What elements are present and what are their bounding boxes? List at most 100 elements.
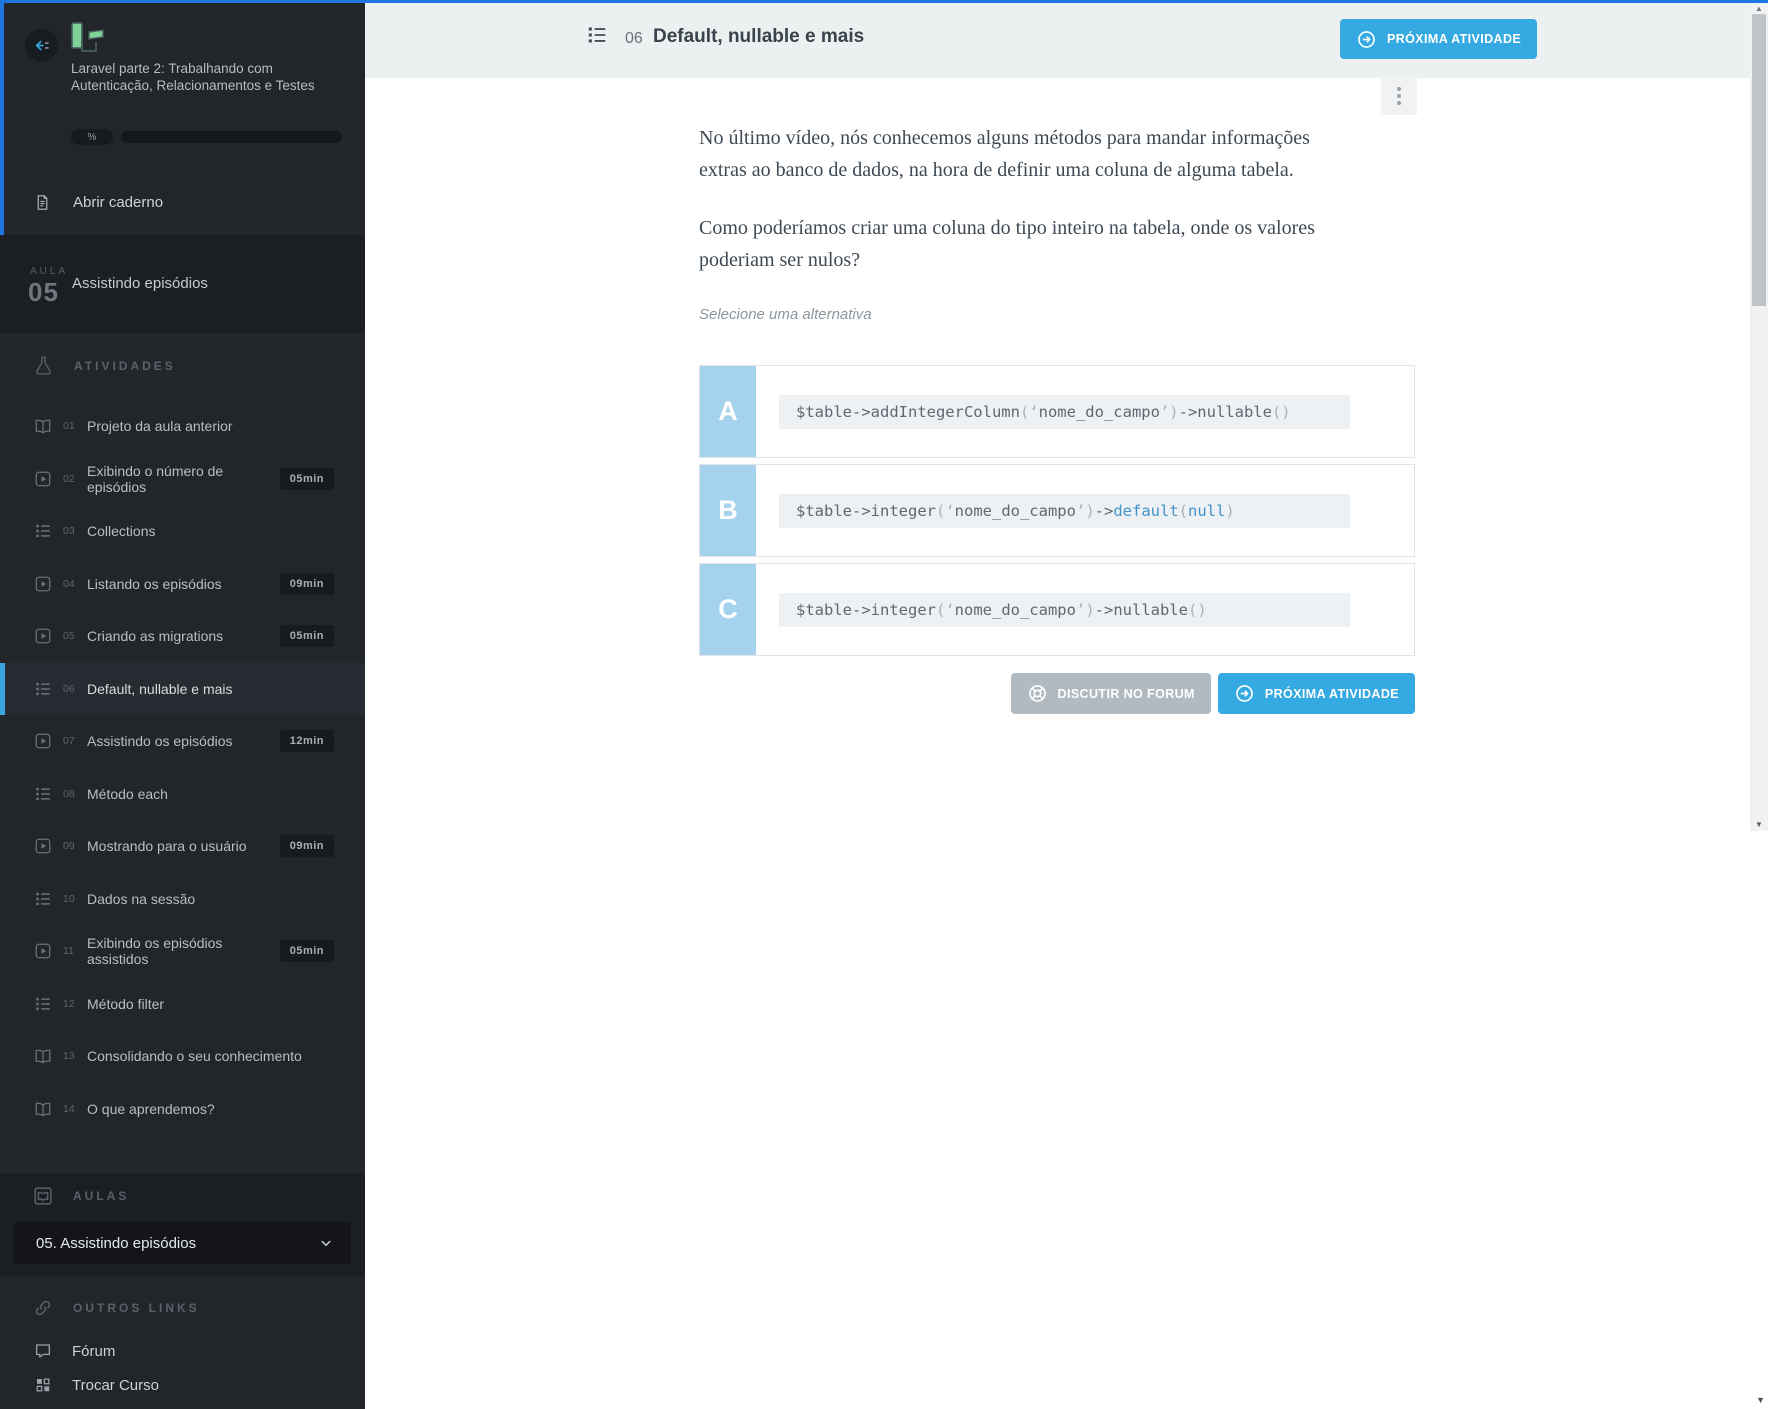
lesson-selector-value: 05. Assistindo episódios — [36, 1234, 197, 1252]
activity-label: Método filter — [87, 995, 165, 1012]
lesson-kicker: AULA — [30, 266, 69, 277]
activity-item[interactable]: 01 Projeto da aula anterior — [0, 400, 365, 453]
main-content: 06 Default, nullable e mais PRÓXIMA ATIV… — [365, 3, 1768, 1409]
activity-number: 12 — [63, 997, 75, 1010]
next-activity-label: PRÓXIMA ATIVIDADE — [1387, 32, 1522, 46]
activity-item[interactable]: 04 Listando os episódios 09min — [0, 558, 365, 611]
activity-list-icon[interactable] — [586, 24, 608, 46]
activity-type-icon — [34, 575, 52, 593]
activity-label: Exibindo os episódios assistidos — [87, 935, 223, 968]
activity-label: Criando as migrations — [87, 628, 224, 645]
activity-label: Default, nullable e mais — [87, 680, 233, 697]
activity-item[interactable]: 07 Assistindo os episódios 12min — [0, 715, 365, 768]
current-lesson-block: AULA 05 Assistindo episódios — [0, 235, 365, 333]
activity-number: 10 — [63, 892, 75, 905]
activity-header: 06 Default, nullable e mais PRÓXIMA ATIV… — [365, 3, 1768, 78]
activity-number: 02 — [63, 472, 75, 485]
activity-item[interactable]: 08 Método each — [0, 768, 365, 821]
arrow-circle-icon — [1356, 29, 1377, 50]
window-top-accent-line — [0, 0, 1768, 3]
sidebar-accent-strip — [0, 0, 4, 235]
next-activity-button-bottom[interactable]: PRÓXIMA ATIVIDADE — [1217, 673, 1415, 714]
lesson-selector-dropdown[interactable]: 05. Assistindo episódios — [14, 1222, 351, 1264]
vertical-scrollbar[interactable]: ▲ ▼ — [1750, 3, 1768, 831]
sidebar-link[interactable]: Trocar Curso — [0, 1368, 365, 1402]
activity-item[interactable]: 03 Collections — [0, 505, 365, 558]
activity-number: 05 — [63, 630, 75, 643]
open-notebook-link[interactable]: Abrir caderno — [34, 194, 163, 211]
activity-type-icon — [34, 1047, 52, 1065]
collapse-arrow-icon — [35, 40, 49, 51]
alternative-code: $table->addIntegerColumn(‘nome_do_campo’… — [779, 394, 1350, 429]
sidebar-link[interactable]: Fórum — [0, 1334, 365, 1368]
next-activity-label: PRÓXIMA ATIVIDADE — [1264, 686, 1399, 701]
aulas-section-header: AULAS — [32, 1185, 129, 1207]
activities-header-label: ATIVIDADES — [74, 358, 176, 373]
activity-item[interactable]: 05 Criando as migrations 05min — [0, 610, 365, 663]
activity-item[interactable]: 13 Consolidando o seu conhecimento — [0, 1030, 365, 1083]
activity-type-icon — [34, 680, 52, 698]
activity-number: 01 — [63, 420, 75, 433]
alternative-code: $table->integer(‘nome_do_campo’)->defaul… — [779, 493, 1350, 528]
next-activity-button-top[interactable]: PRÓXIMA ATIVIDADE — [1340, 19, 1538, 59]
activity-duration-badge: 09min — [279, 572, 334, 595]
question-paragraph: No último vídeo, nós conhecemos alguns m… — [699, 127, 1310, 181]
activity-type-icon — [34, 785, 52, 803]
link-icon — [34, 1342, 52, 1360]
question-paragraph: Como poderíamos criar uma coluna do tipo… — [699, 217, 1315, 271]
activity-label: O que aprendemos? — [87, 1100, 215, 1117]
activity-duration-badge: 09min — [279, 835, 334, 858]
activity-label: Collections — [87, 523, 156, 540]
alternative-option[interactable]: C $table->integer(‘nome_do_campo’)->null… — [699, 563, 1415, 656]
outros-links-header-label: OUTROS LINKS — [73, 1301, 200, 1315]
activity-type-icon — [34, 470, 52, 488]
activity-duration-badge: 05min — [279, 940, 334, 963]
activity-duration-badge: 05min — [279, 625, 334, 648]
activity-item[interactable]: 02 Exibindo o número de episódios 05min — [0, 453, 365, 506]
outros-links-list: Fórum Trocar Curso — [0, 1334, 365, 1402]
outros-links-section-header: OUTROS LINKS — [32, 1297, 200, 1319]
activity-number: 14 — [63, 1102, 75, 1115]
scrollbar-up-arrow[interactable]: ▲ — [1750, 4, 1768, 14]
activity-label: Mostrando para o usuário — [87, 838, 247, 855]
alternative-letter-badge: A — [700, 366, 756, 457]
activity-item[interactable]: 14 O que aprendemos? — [0, 1083, 365, 1136]
activity-label: Assistindo os episódios — [87, 733, 233, 750]
discuss-forum-label: DISCUTIR NO FORUM — [1057, 686, 1195, 701]
activity-type-icon — [34, 942, 52, 960]
question-panel: No último vídeo, nós conhecemos alguns m… — [699, 78, 1415, 714]
scrollbar-thumb[interactable] — [1752, 14, 1766, 306]
collapse-sidebar-button[interactable] — [25, 29, 58, 62]
activity-number: 11 — [63, 945, 74, 958]
activity-item[interactable]: 09 Mostrando para o usuário 09min — [0, 820, 365, 873]
alternative-letter-badge: C — [700, 564, 756, 655]
activity-label: Método each — [87, 785, 168, 802]
activity-item[interactable]: 06 Default, nullable e mais — [0, 662, 365, 715]
activity-label: Listando os episódios — [87, 575, 222, 592]
activity-number: 09 — [63, 840, 75, 853]
links-icon — [32, 1297, 54, 1319]
chevron-down-icon — [317, 1234, 335, 1252]
discuss-forum-button[interactable]: DISCUTIR NO FORUM — [1010, 673, 1211, 714]
window-scroll-down-arrow[interactable]: ▼ — [1756, 1395, 1765, 1405]
alternative-code: $table->integer(‘nome_do_campo’)->nullab… — [779, 592, 1350, 627]
activity-number: 07 — [63, 735, 75, 748]
activity-item[interactable]: 10 Dados na sessão — [0, 873, 365, 926]
activity-number: 13 — [63, 1050, 75, 1063]
alternative-option[interactable]: B $table->integer(‘nome_do_campo’)->defa… — [699, 464, 1415, 557]
alternative-letter-badge: B — [700, 465, 756, 556]
flask-icon — [33, 355, 54, 376]
activity-item[interactable]: 12 Método filter — [0, 978, 365, 1031]
lesson-number: 05 — [28, 277, 59, 307]
activity-type-icon — [34, 627, 52, 645]
activity-item[interactable]: 11 Exibindo os episódios assistidos 05mi… — [0, 925, 365, 978]
lifebuoy-icon — [1027, 683, 1048, 704]
scrollbar-down-arrow[interactable]: ▼ — [1750, 820, 1768, 830]
notebook-icon — [34, 194, 51, 211]
activities-section-header: ATIVIDADES — [33, 355, 176, 376]
link-label: Fórum — [72, 1342, 116, 1360]
alternatives-list: A $table->addIntegerColumn(‘nome_do_camp… — [699, 365, 1415, 656]
aulas-header-label: AULAS — [73, 1189, 130, 1203]
alternative-option[interactable]: A $table->addIntegerColumn(‘nome_do_camp… — [699, 365, 1415, 458]
select-alternative-hint: Selecione uma alternativa — [699, 306, 872, 323]
